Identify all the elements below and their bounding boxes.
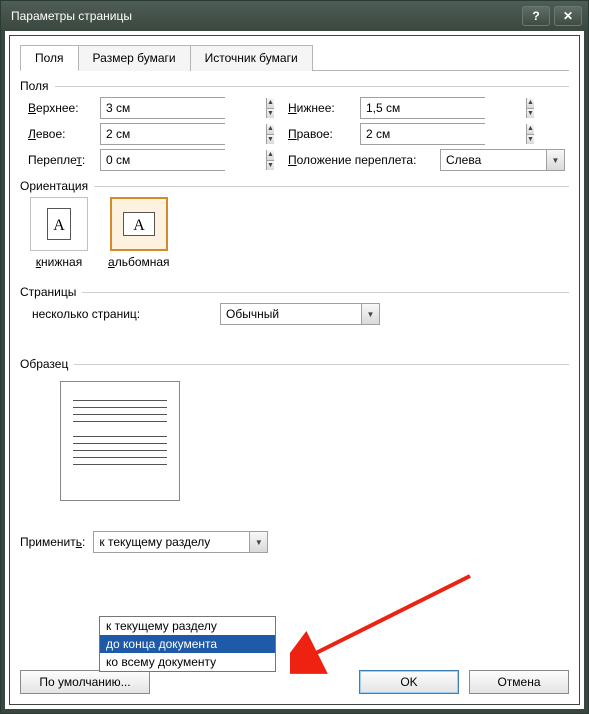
top-margin-input[interactable]: ▲▼ bbox=[100, 97, 225, 119]
preview-area bbox=[20, 371, 569, 521]
multi-pages-label: несколько страниц: bbox=[20, 307, 220, 321]
right-margin-label: Правое: bbox=[280, 127, 360, 141]
group-margins-label: Поля bbox=[20, 79, 49, 93]
page-portrait-icon: A bbox=[47, 208, 71, 240]
right-margin-input[interactable]: ▲▼ bbox=[360, 123, 485, 145]
chevron-down-icon: ▼ bbox=[249, 532, 267, 552]
tab-paper-source[interactable]: Источник бумаги bbox=[190, 45, 313, 71]
bottom-margin-input[interactable]: ▲▼ bbox=[360, 97, 485, 119]
spin-down-icon[interactable]: ▼ bbox=[267, 109, 274, 119]
spin-up-icon[interactable]: ▲ bbox=[527, 124, 534, 135]
gutter-pos-label: Положение переплета: bbox=[280, 153, 440, 167]
spin-up-icon[interactable]: ▲ bbox=[267, 150, 274, 161]
cancel-button[interactable]: Отмена bbox=[469, 670, 569, 694]
window-title: Параметры страницы bbox=[11, 9, 518, 23]
svg-text:A: A bbox=[133, 217, 145, 234]
left-margin-input[interactable]: ▲▼ bbox=[100, 123, 225, 145]
page-setup-dialog: Параметры страницы ? ✕ Поля Размер бумаг… bbox=[0, 0, 589, 714]
ok-button[interactable]: OK bbox=[359, 670, 459, 694]
spin-down-icon[interactable]: ▼ bbox=[267, 161, 274, 171]
apply-option[interactable]: к текущему разделу bbox=[100, 617, 275, 635]
help-button[interactable]: ? bbox=[522, 6, 550, 26]
gutter-label: Переплет: bbox=[20, 153, 100, 167]
spin-down-icon[interactable]: ▼ bbox=[527, 109, 534, 119]
group-preview-label: Образец bbox=[20, 357, 68, 371]
apply-option[interactable]: ко всему документу bbox=[100, 653, 275, 671]
apply-combo[interactable]: к текущему разделу ▼ bbox=[93, 531, 268, 553]
close-button[interactable]: ✕ bbox=[554, 6, 582, 26]
default-button[interactable]: По умолчанию... bbox=[20, 670, 150, 694]
tab-margins[interactable]: Поля bbox=[20, 45, 79, 71]
apply-dropdown-list[interactable]: к текущему разделу до конца документа ко… bbox=[99, 616, 276, 672]
orientation-landscape[interactable]: A альбомная bbox=[108, 197, 170, 269]
tab-paper-size[interactable]: Размер бумаги bbox=[78, 45, 191, 71]
preview-page bbox=[60, 381, 180, 501]
multi-pages-combo[interactable]: Обычный ▼ bbox=[220, 303, 380, 325]
tabs: Поля Размер бумаги Источник бумаги bbox=[20, 44, 569, 71]
page-landscape-icon: A bbox=[123, 212, 155, 236]
group-orientation-label: Ориентация bbox=[20, 179, 88, 193]
gutter-pos-combo[interactable]: Слева ▼ bbox=[440, 149, 565, 171]
gutter-input[interactable]: ▲▼ bbox=[100, 149, 225, 171]
chevron-down-icon: ▼ bbox=[361, 304, 379, 324]
svg-text:A: A bbox=[53, 217, 65, 234]
apply-label: Применить: bbox=[20, 535, 93, 549]
orientation-portrait[interactable]: A книжная bbox=[30, 197, 88, 269]
group-pages-label: Страницы bbox=[20, 285, 76, 299]
apply-option[interactable]: до конца документа bbox=[100, 635, 275, 653]
titlebar: Параметры страницы ? ✕ bbox=[1, 1, 588, 31]
top-margin-label: Верхнее: bbox=[20, 101, 100, 115]
bottom-margin-label: Нижнее: bbox=[280, 101, 360, 115]
left-margin-label: Левое: bbox=[20, 127, 100, 141]
spin-down-icon[interactable]: ▼ bbox=[267, 135, 274, 145]
spin-up-icon[interactable]: ▲ bbox=[267, 98, 274, 109]
chevron-down-icon: ▼ bbox=[546, 150, 564, 170]
spin-up-icon[interactable]: ▲ bbox=[267, 124, 274, 135]
spin-up-icon[interactable]: ▲ bbox=[527, 98, 534, 109]
spin-down-icon[interactable]: ▼ bbox=[527, 135, 534, 145]
